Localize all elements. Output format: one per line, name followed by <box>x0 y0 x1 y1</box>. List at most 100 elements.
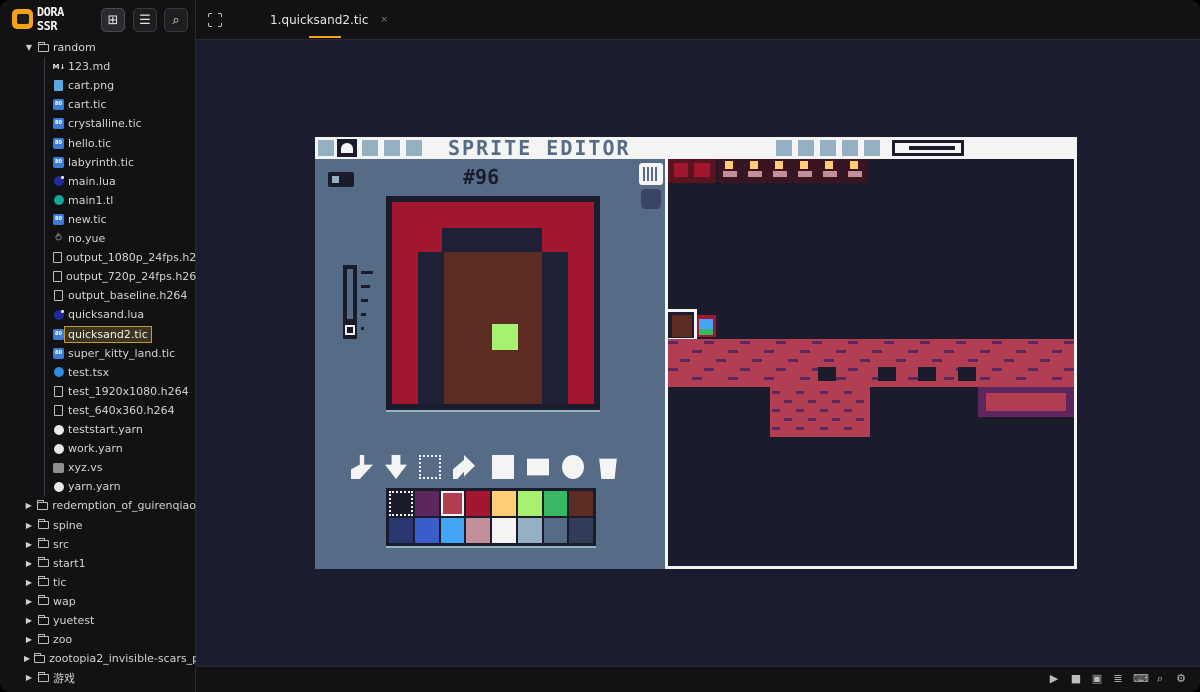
music-mode-icon[interactable] <box>406 140 422 156</box>
tree-folder[interactable]: ▶ yuetest <box>0 611 196 630</box>
fill-tool-icon[interactable] <box>453 455 475 479</box>
chevron-right-icon[interactable]: ▶ <box>24 654 30 663</box>
tree-file[interactable]: M↓ 123.md <box>0 57 196 76</box>
rotate-tool-icon[interactable] <box>562 455 584 479</box>
tree-file[interactable]: xyz.vs <box>0 458 196 477</box>
palette-swatch[interactable] <box>440 491 465 516</box>
settings-icon[interactable]: ⚙ <box>1175 673 1187 685</box>
tree-folder[interactable]: ▼ random <box>0 38 196 57</box>
search-button[interactable]: ⌕ <box>164 8 188 32</box>
play-icon[interactable]: ▶ <box>1048 673 1060 685</box>
tree-file[interactable]: 80 labyrinth.tic <box>0 153 196 172</box>
tree-file[interactable]: output_baseline.h264 <box>0 286 196 305</box>
bpp-selector[interactable] <box>892 140 964 156</box>
palette-swatch[interactable] <box>569 518 593 543</box>
palette-swatch[interactable] <box>543 491 568 516</box>
redo-icon[interactable] <box>864 140 880 156</box>
delete-tool-icon[interactable] <box>599 458 617 479</box>
palette-swatch[interactable] <box>517 518 542 543</box>
palette-swatch[interactable] <box>569 491 593 516</box>
brush-size-knob[interactable] <box>345 325 355 335</box>
chevron-right-icon[interactable]: ▶ <box>24 635 34 644</box>
tree-file[interactable]: test_1920x1080.h264 <box>0 382 196 401</box>
undo-icon[interactable] <box>842 140 858 156</box>
tree-folder[interactable]: ▶ zoo <box>0 630 196 649</box>
palette-swatch[interactable] <box>492 518 516 543</box>
tree-file[interactable]: ⥁ no.yue <box>0 229 196 248</box>
chevron-right-icon[interactable]: ▶ <box>24 559 34 568</box>
tree-folder[interactable]: ▶ redemption_of_guirenqiao <box>0 496 196 515</box>
tree-folder[interactable]: ▶ 游戏 <box>0 668 196 687</box>
chevron-right-icon[interactable]: ▶ <box>24 521 34 530</box>
palette-swatch[interactable] <box>466 518 490 543</box>
tree-file[interactable]: 80 hello.tic <box>0 134 196 153</box>
chevron-right-icon[interactable]: ▶ <box>24 673 34 682</box>
palette-swatch[interactable] <box>389 518 413 543</box>
tree-file[interactable]: main1.tl <box>0 191 196 210</box>
palette-swatch[interactable] <box>440 518 465 543</box>
tree-file[interactable]: output_720p_24fps.h264 <box>0 267 196 286</box>
brush-tool-icon[interactable] <box>351 455 373 479</box>
tree-file[interactable]: main.lua <box>0 172 196 191</box>
palette-swatch[interactable] <box>414 491 439 516</box>
select-tool-icon[interactable] <box>419 455 441 479</box>
tree-file[interactable]: cart.png <box>0 76 196 95</box>
tab-quicksand2[interactable]: 1.quicksand2.tic × <box>262 0 396 40</box>
tree-folder[interactable]: ▶ tic <box>0 573 196 592</box>
flip-h-icon[interactable] <box>776 140 792 156</box>
tree-file[interactable]: yarn.yarn <box>0 477 196 496</box>
palette-swatch[interactable] <box>543 518 568 543</box>
terminal-icon[interactable]: ⌨ <box>1133 673 1149 685</box>
tree-file[interactable]: teststart.yarn <box>0 420 196 439</box>
tree-file[interactable]: 80 cart.tic <box>0 95 196 114</box>
tree-folder[interactable]: ▶ spine <box>0 516 196 535</box>
sprite-pixel-canvas[interactable] <box>386 196 600 410</box>
code-mode-icon[interactable] <box>318 140 334 156</box>
tree-file[interactable]: 80 crystalline.tic <box>0 114 196 133</box>
close-icon[interactable]: × <box>380 15 388 25</box>
sprite-sheet-icon[interactable] <box>639 163 663 185</box>
tree-view-button[interactable]: ⊞ <box>101 8 125 32</box>
status-bar: ▶ ■ ▣ ≣ ⌨ ⌕ ⚙ <box>196 666 1200 692</box>
palette-swatch[interactable] <box>517 491 542 516</box>
map-mode-icon[interactable] <box>362 140 378 156</box>
list-view-button[interactable]: ☰ <box>133 8 157 32</box>
sprite-mode-icon[interactable] <box>337 139 357 157</box>
fullscreen-icon[interactable] <box>207 12 223 28</box>
tree-file[interactable]: test_640x360.h264 <box>0 401 196 420</box>
tree-file[interactable]: 80 new.tic <box>0 210 196 229</box>
palette-swatch[interactable] <box>492 491 516 516</box>
tree-folder[interactable]: ▶ start1 <box>0 554 196 573</box>
flip-v-icon[interactable] <box>798 140 814 156</box>
file-icon[interactable]: ▣ <box>1091 673 1103 685</box>
flags-icon[interactable] <box>641 189 661 209</box>
rotate-icon[interactable] <box>820 140 836 156</box>
bg-fg-toggle[interactable] <box>328 172 354 187</box>
chevron-right-icon[interactable]: ▶ <box>24 540 34 549</box>
tree-file[interactable]: output_1080p_24fps.h264 <box>0 248 196 267</box>
flip-vertical-tool-icon[interactable] <box>527 458 549 476</box>
tree-file[interactable]: work.yarn <box>0 439 196 458</box>
palette-swatch[interactable] <box>389 491 413 516</box>
tree-file[interactable]: test.tsx <box>0 363 196 382</box>
chevron-down-icon[interactable]: ▼ <box>24 43 34 52</box>
chevron-right-icon[interactable]: ▶ <box>24 501 33 510</box>
tree-folder[interactable]: ▶ src <box>0 535 196 554</box>
color-picker-tool-icon[interactable] <box>385 455 407 479</box>
stop-icon[interactable]: ■ <box>1070 673 1082 685</box>
chevron-right-icon[interactable]: ▶ <box>24 616 34 625</box>
tree-file[interactable]: 80 quicksand2.tic <box>0 325 196 344</box>
list-icon[interactable]: ≣ <box>1112 673 1124 685</box>
flip-horizontal-tool-icon[interactable] <box>492 455 514 479</box>
chevron-right-icon[interactable]: ▶ <box>24 597 34 606</box>
palette-swatch[interactable] <box>414 518 439 543</box>
tree-folder[interactable]: ▶ zootopia2_invisible-scars_p <box>0 649 196 668</box>
chevron-right-icon[interactable]: ▶ <box>24 578 34 587</box>
search-icon[interactable]: ⌕ <box>1154 673 1166 685</box>
tree-file[interactable]: quicksand.lua <box>0 305 196 324</box>
palette-swatch[interactable] <box>466 491 490 516</box>
sprite-sheet[interactable] <box>665 159 1077 569</box>
tree-file[interactable]: 80 super_kitty_land.tic <box>0 344 196 363</box>
sfx-mode-icon[interactable] <box>384 140 400 156</box>
tree-folder[interactable]: ▶ wap <box>0 592 196 611</box>
